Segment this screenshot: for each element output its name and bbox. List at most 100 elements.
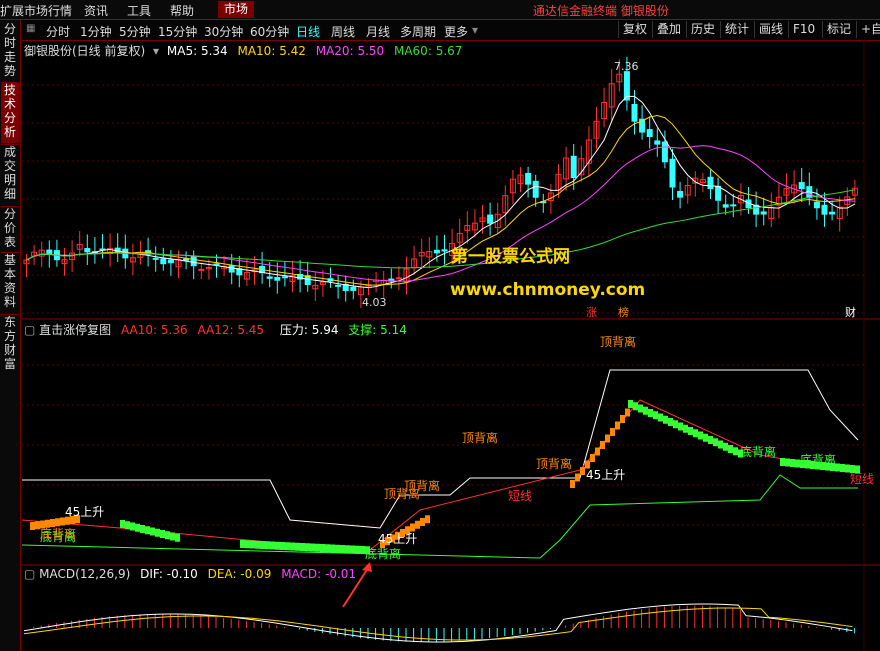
macd-panel <box>23 562 855 643</box>
indicator-panel <box>21 369 860 559</box>
green-block <box>295 542 300 551</box>
candle-body <box>669 158 676 188</box>
green-block <box>325 544 330 553</box>
candle-body <box>281 276 288 279</box>
candle-body <box>266 276 273 279</box>
tag-list: 榜 <box>618 305 629 319</box>
candle-body <box>525 172 532 185</box>
candle-body <box>395 277 402 280</box>
orange-block <box>620 415 625 423</box>
green-block <box>648 409 653 417</box>
green-block <box>245 540 250 549</box>
orange-block <box>570 480 575 488</box>
green-block <box>145 526 150 535</box>
candle-body <box>152 257 159 260</box>
tag-finance: 财 <box>845 305 856 319</box>
chart-labels: 7.364.03第一股票公式网www.chnmoney.com涨榜财顶背离顶背离… <box>40 60 874 561</box>
orange-block <box>30 522 35 530</box>
candle-body <box>677 190 684 198</box>
indicator-signal-label: 顶背离 <box>462 430 498 445</box>
green-block <box>355 545 360 554</box>
candle-body <box>441 249 448 252</box>
candle-body <box>821 204 828 215</box>
ma20-line <box>26 145 855 282</box>
orange-block <box>600 441 605 449</box>
low-price-label: 4.03 <box>362 296 387 309</box>
candlestick-chart <box>23 56 858 309</box>
candle-body <box>760 211 767 215</box>
green-block <box>255 540 260 549</box>
green-block <box>250 540 255 549</box>
candle-body <box>654 140 661 145</box>
green-block <box>840 464 845 472</box>
indicator-signal-label: 底背离 <box>40 526 76 541</box>
green-block <box>320 544 325 552</box>
candle-body <box>829 211 836 215</box>
candle-body <box>730 204 737 207</box>
green-block <box>125 521 130 530</box>
orange-block <box>590 454 595 462</box>
watermark-url: www.chnmoney.com <box>450 280 645 300</box>
chart-grid <box>22 40 880 651</box>
green-block <box>350 545 355 554</box>
orange-block <box>55 518 60 527</box>
indicator-signal-label: 45上升 <box>586 468 625 482</box>
watermark-title: 第一股票公式网 <box>451 246 570 267</box>
candle-body <box>84 248 91 253</box>
candle-body <box>532 180 539 198</box>
green-block <box>330 544 335 553</box>
green-block <box>135 523 140 532</box>
green-block <box>733 447 738 456</box>
green-block <box>150 527 155 536</box>
green-block <box>785 458 790 467</box>
green-block <box>280 542 285 550</box>
tag-limit-up: 涨 <box>586 306 597 319</box>
candle-body <box>707 176 714 190</box>
green-block <box>335 544 340 553</box>
green-block <box>698 431 703 440</box>
candle-body <box>274 277 281 281</box>
green-block <box>658 413 663 422</box>
candle-body <box>228 265 235 273</box>
green-block <box>175 533 180 542</box>
candle-body <box>623 71 630 101</box>
indicator-signal-label: 顶背离 <box>600 334 636 349</box>
indicator-signal-label: 45上升 <box>378 532 417 546</box>
orange-block <box>580 467 585 475</box>
dea-line <box>23 607 853 641</box>
green-block <box>683 424 688 433</box>
green-block <box>638 404 643 413</box>
green-block <box>120 520 125 528</box>
orange-block <box>595 447 600 456</box>
green-block <box>713 438 718 447</box>
indicator-signal-label: 短线 <box>508 489 532 503</box>
indicator-signal-label: 底背离 <box>365 546 401 561</box>
green-block <box>300 543 305 551</box>
green-block <box>260 541 265 549</box>
green-block <box>345 545 350 554</box>
orange-block <box>575 473 580 482</box>
green-block <box>160 530 165 538</box>
candle-body <box>335 284 342 287</box>
green-block <box>290 542 295 551</box>
indicator-signal-label: 顶背离 <box>404 478 440 493</box>
green-block <box>265 541 270 550</box>
candle-body <box>813 201 820 209</box>
green-block <box>708 436 713 444</box>
green-block <box>315 543 320 552</box>
indicator-signal-label: 45上升 <box>65 505 104 519</box>
green-block <box>130 522 135 531</box>
green-block <box>693 429 698 438</box>
candle-body <box>798 182 805 190</box>
orange-block <box>615 421 620 430</box>
green-block <box>663 415 668 424</box>
green-block <box>678 422 683 431</box>
high-price-label: 7.36 <box>614 60 639 73</box>
candle-body <box>661 141 668 163</box>
orange-block <box>410 523 415 532</box>
candle-body <box>487 214 494 224</box>
arrow-head <box>362 562 372 572</box>
chart-canvas[interactable]: 7.364.03第一股票公式网www.chnmoney.com涨榜财顶背离顶背离… <box>0 0 880 651</box>
indicator-signal-label: 底背离 <box>740 444 776 459</box>
orange-block <box>625 408 630 417</box>
